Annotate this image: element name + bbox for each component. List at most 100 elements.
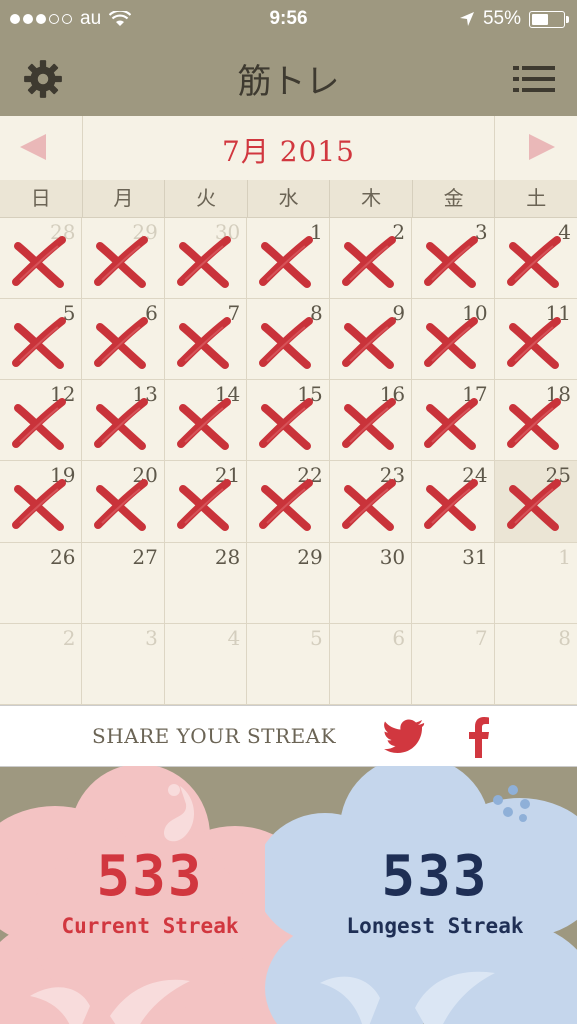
day-cell[interactable]: 21 xyxy=(164,461,248,543)
x-mark-icon xyxy=(341,317,396,370)
next-month-icon[interactable] xyxy=(529,134,555,160)
list-menu-icon[interactable] xyxy=(513,64,555,94)
day-cell[interactable]: 2 xyxy=(329,218,413,300)
day-cell[interactable]: 31 xyxy=(412,542,495,624)
prev-month-icon[interactable] xyxy=(20,134,46,160)
weekday-label: 金 xyxy=(413,180,496,217)
day-cell[interactable]: 16 xyxy=(329,380,413,462)
weekday-label: 日 xyxy=(0,180,83,217)
current-streak-value: 533 xyxy=(96,844,204,909)
streak-section: 533 Current Streak 533 Longest Streak xyxy=(0,766,577,1024)
x-mark-icon xyxy=(176,479,231,532)
day-cell[interactable]: 18 xyxy=(494,380,577,462)
day-number: 29 xyxy=(297,544,323,569)
day-cell[interactable]: 5 xyxy=(0,299,83,381)
day-cell[interactable]: 26 xyxy=(0,542,83,624)
day-cell[interactable]: 29 xyxy=(82,218,165,300)
status-right: 55% xyxy=(459,8,569,30)
x-mark-icon xyxy=(424,236,479,288)
x-mark-icon xyxy=(341,398,396,451)
location-arrow-icon xyxy=(459,12,474,26)
day-number: 5 xyxy=(309,625,323,650)
day-cell[interactable]: 10 xyxy=(412,299,495,381)
share-label: SHARE YOUR STREAK xyxy=(92,724,337,748)
day-number: 28 xyxy=(214,544,241,569)
share-bar: SHARE YOUR STREAK xyxy=(0,705,577,767)
day-number: 1 xyxy=(558,544,571,569)
day-cell[interactable]: 30 xyxy=(329,542,413,624)
day-cell[interactable]: 7 xyxy=(412,623,495,705)
status-bar: au 9:56 55% xyxy=(0,0,577,38)
day-cell[interactable]: 3 xyxy=(412,218,495,300)
weekday-label: 月 xyxy=(83,180,166,217)
x-mark-icon xyxy=(94,317,149,370)
x-mark-icon xyxy=(259,398,314,451)
battery-percent: 55% xyxy=(482,8,521,29)
x-mark-icon xyxy=(12,479,66,532)
x-mark-icon xyxy=(506,317,561,370)
day-cell[interactable]: 30 xyxy=(164,218,248,300)
x-mark-icon xyxy=(94,236,149,288)
day-cell[interactable]: 15 xyxy=(247,380,330,462)
weekday-header: 日 月 火 水 木 金 土 xyxy=(0,180,577,218)
day-cell-today[interactable]: 25 xyxy=(494,461,577,543)
day-cell[interactable]: 28 xyxy=(164,542,248,624)
day-number: 3 xyxy=(145,625,158,650)
day-cell[interactable]: 22 xyxy=(247,461,330,543)
day-cell[interactable]: 4 xyxy=(164,623,248,705)
day-cell[interactable]: 23 xyxy=(329,461,413,543)
day-cell[interactable]: 20 xyxy=(82,461,165,543)
day-number: 31 xyxy=(462,544,488,569)
x-mark-icon xyxy=(506,398,561,451)
x-mark-icon xyxy=(12,317,66,370)
day-number: 8 xyxy=(558,625,571,650)
calendar: 7月 2015 日 月 火 水 木 金 土 28 29 30 1 2 3 4 5 6 7 8 9 10 1… xyxy=(0,116,577,705)
facebook-icon[interactable] xyxy=(466,716,490,758)
nav-bar: 筋トレ xyxy=(0,38,577,116)
day-number: 30 xyxy=(379,544,406,569)
weekday-label: 土 xyxy=(526,186,547,210)
day-cell[interactable]: 13 xyxy=(82,380,165,462)
day-cell[interactable]: 28 xyxy=(0,218,83,300)
day-cell[interactable]: 27 xyxy=(82,542,165,624)
day-cell[interactable]: 9 xyxy=(329,299,413,381)
x-mark-icon xyxy=(94,398,149,451)
day-number: 6 xyxy=(392,625,406,650)
day-cell[interactable]: 6 xyxy=(82,299,165,381)
day-cell[interactable]: 19 xyxy=(0,461,83,543)
x-mark-icon xyxy=(259,236,314,288)
day-cell[interactable]: 7 xyxy=(164,299,248,381)
x-mark-icon xyxy=(12,236,66,288)
weekday-label: 火 xyxy=(165,180,248,217)
longest-streak-label: Longest Streak xyxy=(346,914,524,938)
day-cell[interactable]: 2 xyxy=(0,623,83,705)
day-cell[interactable]: 5 xyxy=(247,623,330,705)
day-cell[interactable]: 11 xyxy=(494,299,577,381)
day-cell[interactable]: 4 xyxy=(494,218,577,300)
page-title: 筋トレ xyxy=(237,62,340,102)
x-mark-icon xyxy=(176,317,231,370)
day-cell[interactable]: 1 xyxy=(247,218,330,300)
day-number: 7 xyxy=(474,625,488,650)
day-cell[interactable]: 8 xyxy=(247,299,330,381)
day-cell[interactable]: 6 xyxy=(329,623,413,705)
day-cell[interactable]: 3 xyxy=(82,623,165,705)
x-mark-icon xyxy=(424,479,479,532)
day-cell[interactable]: 29 xyxy=(247,542,330,624)
day-cell[interactable]: 17 xyxy=(412,380,495,462)
month-header: 7月 2015 xyxy=(0,116,577,181)
x-mark-icon xyxy=(176,398,231,451)
twitter-icon[interactable] xyxy=(384,718,426,754)
x-mark-icon xyxy=(424,398,479,451)
day-cell[interactable]: 8 xyxy=(494,624,577,705)
day-cell[interactable]: 1 xyxy=(494,543,577,624)
x-mark-icon xyxy=(12,398,66,451)
x-mark-icon xyxy=(176,236,231,288)
day-cell[interactable]: 24 xyxy=(412,461,495,543)
x-mark-icon xyxy=(259,479,314,532)
battery-icon xyxy=(529,10,569,28)
day-cell[interactable]: 14 xyxy=(164,380,248,462)
day-number: 4 xyxy=(227,625,241,650)
day-number: 26 xyxy=(49,544,76,569)
day-cell[interactable]: 12 xyxy=(0,380,83,462)
